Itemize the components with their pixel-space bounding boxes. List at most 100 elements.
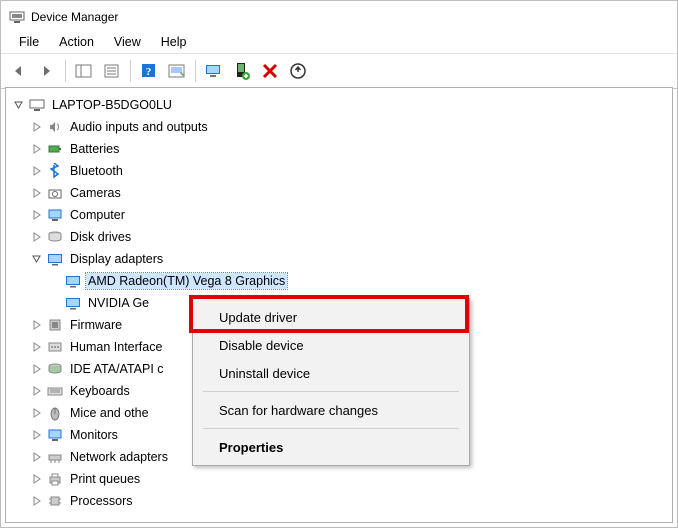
- scan-hardware-button[interactable]: [164, 58, 190, 84]
- tree-label: Mice and othe: [68, 405, 151, 421]
- forward-button[interactable]: [34, 58, 60, 84]
- mouse-icon: [46, 404, 64, 422]
- printer-icon: [46, 470, 64, 488]
- properties-button[interactable]: [99, 58, 125, 84]
- expand-icon[interactable]: [30, 120, 44, 134]
- collapse-icon[interactable]: [12, 98, 26, 112]
- tree-label: Display adapters: [68, 251, 165, 267]
- device-manager-window: Device Manager File Action View Help ? L…: [0, 0, 678, 528]
- tree-label: Batteries: [68, 141, 121, 157]
- toolbar-separator: [195, 60, 196, 82]
- tree-label: Computer: [68, 207, 127, 223]
- tree-item-printers[interactable]: Print queues: [30, 468, 672, 490]
- ctx-disable-device[interactable]: Disable device: [195, 331, 467, 359]
- toolbar-separator: [65, 60, 66, 82]
- firmware-icon: [46, 316, 64, 334]
- tree-panel: LAPTOP-B5DGO0LU Audio inputs and outputs…: [5, 87, 673, 523]
- no-children: [48, 296, 62, 310]
- ctx-properties[interactable]: Properties: [195, 433, 467, 461]
- expand-icon[interactable]: [30, 318, 44, 332]
- expand-icon[interactable]: [30, 186, 44, 200]
- tree-item-amd-radeon[interactable]: AMD Radeon(TM) Vega 8 Graphics: [48, 270, 672, 292]
- computer-icon: [46, 206, 64, 224]
- expand-icon[interactable]: [30, 406, 44, 420]
- tree-item-computer[interactable]: Computer: [30, 204, 672, 226]
- ctx-scan-hardware[interactable]: Scan for hardware changes: [195, 396, 467, 424]
- camera-icon: [46, 184, 64, 202]
- tree-label: Bluetooth: [68, 163, 125, 179]
- audio-icon: [46, 118, 64, 136]
- tree-root[interactable]: LAPTOP-B5DGO0LU: [12, 94, 672, 116]
- tree-label: Print queues: [68, 471, 142, 487]
- bluetooth-icon: [46, 162, 64, 180]
- tree-label: Disk drives: [68, 229, 133, 245]
- monitor-icon: [46, 426, 64, 444]
- enable-device-button[interactable]: [229, 58, 255, 84]
- ctx-uninstall-device[interactable]: Uninstall device: [195, 359, 467, 387]
- menu-action[interactable]: Action: [49, 33, 104, 51]
- expand-icon[interactable]: [30, 494, 44, 508]
- tree-label: Firmware: [68, 317, 124, 333]
- context-menu: Update driver Disable device Uninstall d…: [192, 298, 470, 466]
- expand-icon[interactable]: [30, 230, 44, 244]
- expand-icon[interactable]: [30, 450, 44, 464]
- expand-icon[interactable]: [30, 340, 44, 354]
- display-icon: [46, 250, 64, 268]
- expand-icon[interactable]: [30, 472, 44, 486]
- uninstall-device-button[interactable]: [257, 58, 283, 84]
- title-bar: Device Manager: [1, 1, 677, 31]
- display-icon: [64, 272, 82, 290]
- ide-icon: [46, 360, 64, 378]
- expand-icon[interactable]: [30, 428, 44, 442]
- expand-icon[interactable]: [30, 164, 44, 178]
- toolbar: ?: [1, 53, 677, 89]
- tree-item-bluetooth[interactable]: Bluetooth: [30, 160, 672, 182]
- network-icon: [46, 448, 64, 466]
- window-title: Device Manager: [31, 10, 118, 24]
- help-button[interactable]: ?: [136, 58, 162, 84]
- expand-icon[interactable]: [30, 384, 44, 398]
- battery-icon: [46, 140, 64, 158]
- tree-item-cameras[interactable]: Cameras: [30, 182, 672, 204]
- collapse-icon[interactable]: [30, 252, 44, 266]
- ctx-separator: [203, 391, 459, 392]
- tree-label: Keyboards: [68, 383, 132, 399]
- app-icon: [9, 9, 25, 25]
- keyboard-icon: [46, 382, 64, 400]
- ctx-update-driver[interactable]: Update driver: [195, 303, 467, 331]
- computer-icon: [28, 96, 46, 114]
- menu-view[interactable]: View: [104, 33, 151, 51]
- expand-icon[interactable]: [30, 208, 44, 222]
- ctx-separator: [203, 428, 459, 429]
- tree-label: Monitors: [68, 427, 120, 443]
- tree-label: IDE ATA/ATAPI c: [68, 361, 166, 377]
- disk-icon: [46, 228, 64, 246]
- back-button[interactable]: [6, 58, 32, 84]
- show-hide-tree-button[interactable]: [71, 58, 97, 84]
- tree-label: Network adapters: [68, 449, 170, 465]
- tree-label: Audio inputs and outputs: [68, 119, 210, 135]
- menu-bar: File Action View Help: [1, 31, 677, 53]
- menu-help[interactable]: Help: [151, 33, 197, 51]
- tree-item-disk[interactable]: Disk drives: [30, 226, 672, 248]
- update-driver-button[interactable]: [201, 58, 227, 84]
- hid-icon: [46, 338, 64, 356]
- toolbar-separator: [130, 60, 131, 82]
- tree-label: Human Interface: [68, 339, 164, 355]
- tree-label: Processors: [68, 493, 135, 509]
- add-hardware-button[interactable]: [285, 58, 311, 84]
- processor-icon: [46, 492, 64, 510]
- tree-item-display[interactable]: Display adapters: [30, 248, 672, 270]
- tree-root-label: LAPTOP-B5DGO0LU: [50, 97, 174, 113]
- menu-file[interactable]: File: [9, 33, 49, 51]
- tree-label: NVIDIA Ge: [86, 295, 151, 311]
- no-children: [48, 274, 62, 288]
- tree-item-processors[interactable]: Processors: [30, 490, 672, 512]
- tree-label: Cameras: [68, 185, 123, 201]
- svg-text:?: ?: [146, 66, 152, 78]
- expand-icon[interactable]: [30, 142, 44, 156]
- tree-item-batteries[interactable]: Batteries: [30, 138, 672, 160]
- tree-item-audio[interactable]: Audio inputs and outputs: [30, 116, 672, 138]
- display-icon: [64, 294, 82, 312]
- expand-icon[interactable]: [30, 362, 44, 376]
